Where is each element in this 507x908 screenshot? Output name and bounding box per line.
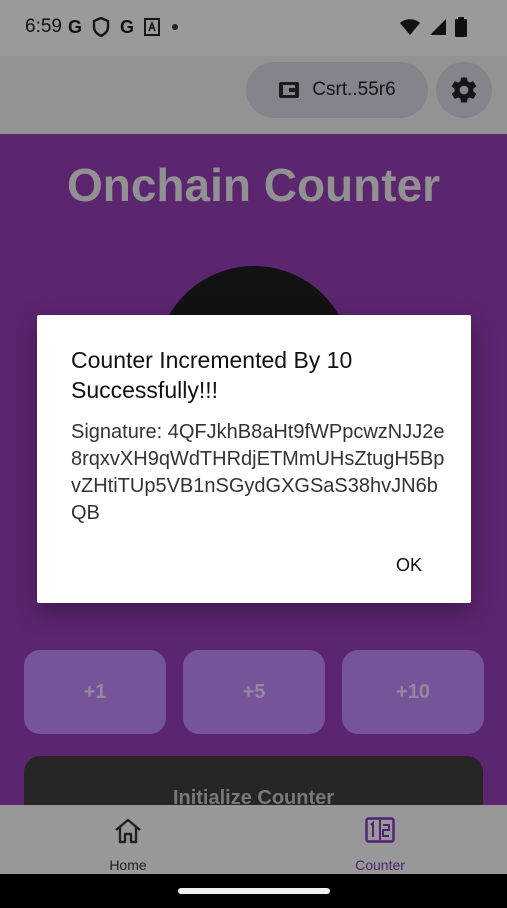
home-gesture-handle[interactable] [178, 888, 330, 894]
ok-button[interactable]: OK [383, 547, 435, 583]
success-dialog: Counter Incremented By 10 Successfully!!… [37, 315, 471, 603]
dialog-message: Signature: 4QFJkhB8aHt9fWPpcwzNJJ2e8rqxv… [71, 421, 445, 524]
dialog-title: Counter Incremented By 10 Successfully!!… [71, 347, 353, 403]
app-screen: 6:59 G G Csrt..55r6 Onchain Counter +1 +… [0, 0, 507, 908]
gesture-bar [0, 874, 507, 908]
